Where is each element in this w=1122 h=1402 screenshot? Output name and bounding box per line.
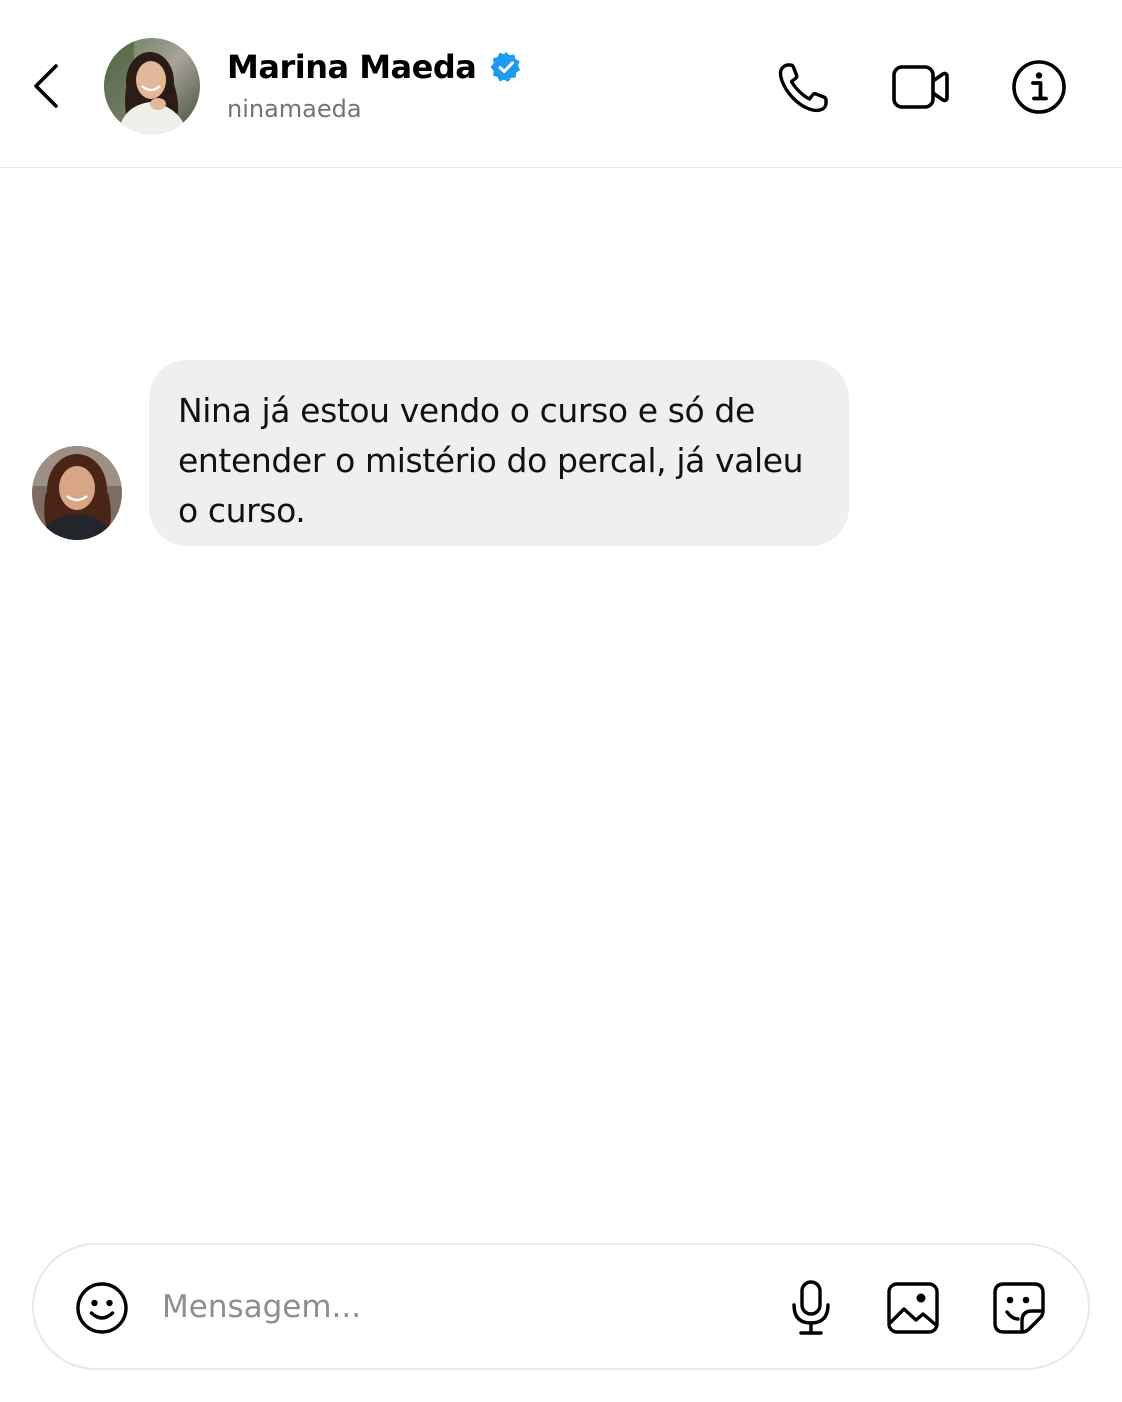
chevron-left-icon xyxy=(26,60,68,112)
message-composer xyxy=(32,1243,1090,1370)
profile-avatar[interactable] xyxy=(104,38,200,134)
sender-avatar[interactable] xyxy=(32,446,122,540)
call-button[interactable] xyxy=(774,58,832,116)
message-input[interactable] xyxy=(162,1275,742,1339)
microphone-icon xyxy=(782,1279,840,1337)
message-text: Nina já estou vendo o curso e só de ente… xyxy=(178,391,804,530)
gallery-button[interactable] xyxy=(884,1279,942,1337)
back-button[interactable] xyxy=(26,60,68,112)
emoji-button[interactable] xyxy=(75,1281,129,1335)
info-button[interactable] xyxy=(1010,58,1068,116)
voice-message-button[interactable] xyxy=(782,1279,840,1337)
video-camera-icon xyxy=(890,58,949,116)
chat-header: Marina Maeda ninamaeda xyxy=(0,0,1122,168)
video-call-button[interactable] xyxy=(890,58,949,116)
contact-username: ninamaeda xyxy=(227,95,362,123)
contact-display-name: Marina Maeda xyxy=(227,48,477,86)
verified-badge-icon xyxy=(490,51,522,83)
message-bubble-incoming[interactable]: Nina já estou vendo o curso e só de ente… xyxy=(149,360,849,546)
contact-name-row[interactable]: Marina Maeda xyxy=(227,44,522,90)
phone-icon xyxy=(774,58,832,116)
smiley-icon xyxy=(75,1281,129,1335)
sticker-button[interactable] xyxy=(990,1279,1048,1337)
sticker-icon xyxy=(990,1279,1048,1337)
image-icon xyxy=(884,1279,942,1337)
info-icon xyxy=(1010,58,1068,116)
